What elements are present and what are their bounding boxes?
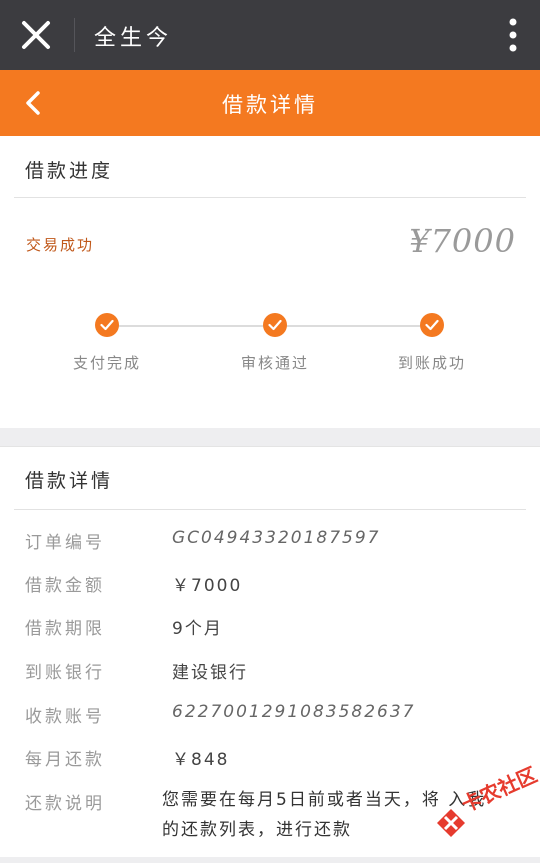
account-number-label: 收款账号 — [25, 707, 105, 727]
watermark-logo-icon — [434, 806, 468, 840]
nav-bar: 借款详情 — [0, 70, 540, 136]
details-section-title: 借款详情 — [25, 470, 114, 492]
progress-section-title: 借款进度 — [25, 160, 114, 182]
bank-value: 建设银行 — [172, 663, 248, 683]
monthly-payment-label: 每月还款 — [25, 750, 105, 770]
order-number-label: 订单编号 — [25, 533, 105, 553]
account-number-value: 6227001291083582637 — [172, 702, 416, 722]
app-top-bar: 全生今 — [0, 0, 540, 70]
monthly-payment-value: ￥848 — [172, 750, 230, 770]
loan-amount-label: 借款金额 — [25, 576, 105, 596]
app-title: 全生今 — [94, 26, 173, 51]
divider — [14, 197, 526, 198]
repayment-note-label: 还款说明 — [25, 794, 105, 814]
order-number-value: GC04943320187597 — [172, 528, 381, 548]
loan-term-label: 借款期限 — [25, 619, 105, 639]
status-text: 交易成功 — [26, 236, 95, 254]
step-label-paid: 支付完成 — [72, 354, 141, 372]
divider — [14, 509, 526, 510]
step-label-approved: 审核通过 — [240, 354, 309, 372]
check-icon — [95, 313, 119, 337]
check-icon — [420, 313, 444, 337]
divider — [74, 18, 75, 52]
more-vertical-icon[interactable] — [508, 17, 518, 53]
step-label-received: 到账成功 — [397, 354, 466, 372]
close-icon[interactable] — [14, 13, 58, 57]
loan-amount-value: ￥7000 — [172, 576, 243, 596]
page-title: 借款详情 — [222, 93, 318, 117]
loan-amount: ¥7000 — [409, 222, 516, 260]
loan-progress-card: 借款进度 交易成功 ¥7000 支付完成 审核通过 到账成功 — [0, 136, 540, 428]
check-icon — [263, 313, 287, 337]
watermark: 卡农社区 — [430, 762, 540, 837]
bank-label: 到账银行 — [25, 663, 105, 683]
loan-term-value: 9个月 — [172, 619, 223, 639]
